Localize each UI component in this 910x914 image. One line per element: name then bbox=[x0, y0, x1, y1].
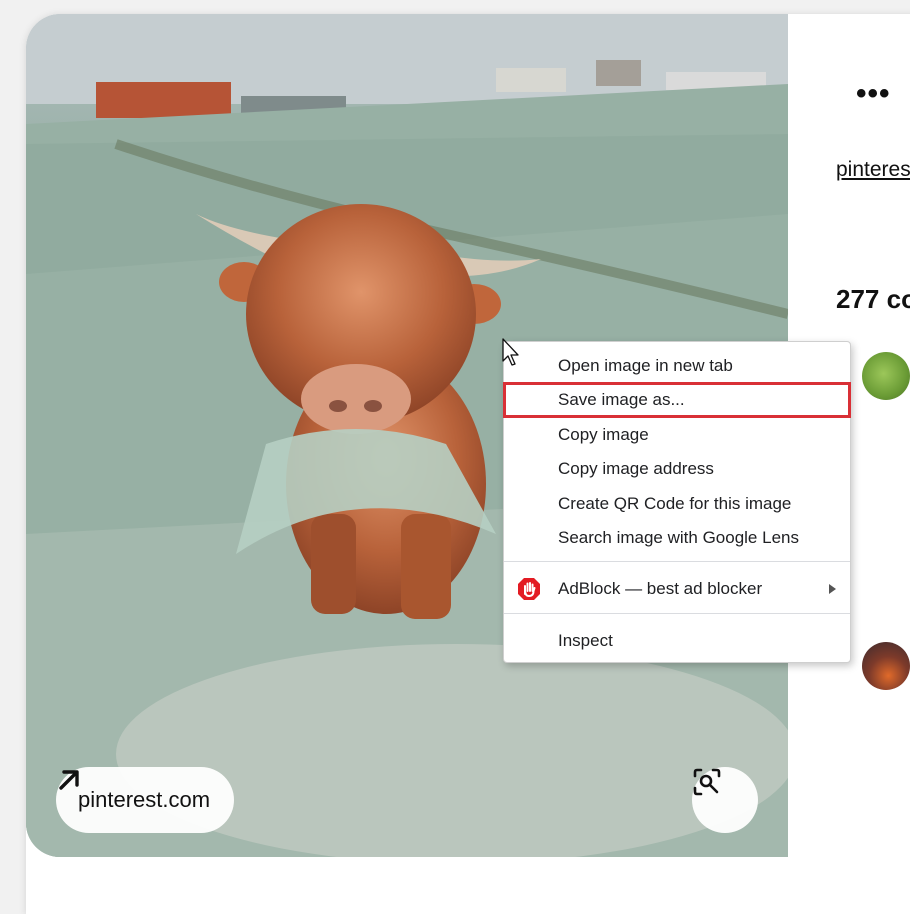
menu-item-inspect[interactable]: Inspect bbox=[504, 624, 850, 658]
visual-search-icon bbox=[693, 768, 721, 796]
menu-item-copy-image-address[interactable]: Copy image address bbox=[504, 452, 850, 486]
menu-item-create-qr-code[interactable]: Create QR Code for this image bbox=[504, 487, 850, 521]
source-link-label: pinterest.com bbox=[78, 787, 211, 812]
menu-item-copy-image[interactable]: Copy image bbox=[504, 418, 850, 452]
arrow-up-right-icon bbox=[59, 770, 79, 790]
context-menu: Open image in new tab Save image as... C… bbox=[503, 341, 851, 663]
more-horizontal-icon: ••• bbox=[856, 77, 891, 110]
source-site-link[interactable]: pinterest bbox=[836, 158, 910, 182]
menu-item-open-image-new-tab[interactable]: Open image in new tab bbox=[504, 349, 850, 383]
menu-item-save-image-as[interactable]: Save image as... bbox=[503, 382, 851, 418]
more-options-button[interactable]: ••• bbox=[856, 79, 891, 109]
submenu-arrow-icon bbox=[829, 584, 836, 594]
menu-separator bbox=[504, 561, 850, 562]
menu-item-search-google-lens[interactable]: Search image with Google Lens bbox=[504, 521, 850, 555]
avatar[interactable] bbox=[862, 352, 910, 400]
adblock-hand-icon bbox=[518, 578, 540, 600]
avatar[interactable] bbox=[862, 642, 910, 690]
menu-item-adblock[interactable]: AdBlock — best ad blocker bbox=[504, 572, 850, 606]
menu-separator bbox=[504, 613, 850, 614]
visual-search-button[interactable] bbox=[692, 767, 758, 833]
comments-heading: 277 co bbox=[836, 284, 910, 314]
mouse-cursor-icon bbox=[502, 338, 519, 366]
source-link-button[interactable]: pinterest.com bbox=[56, 767, 235, 833]
